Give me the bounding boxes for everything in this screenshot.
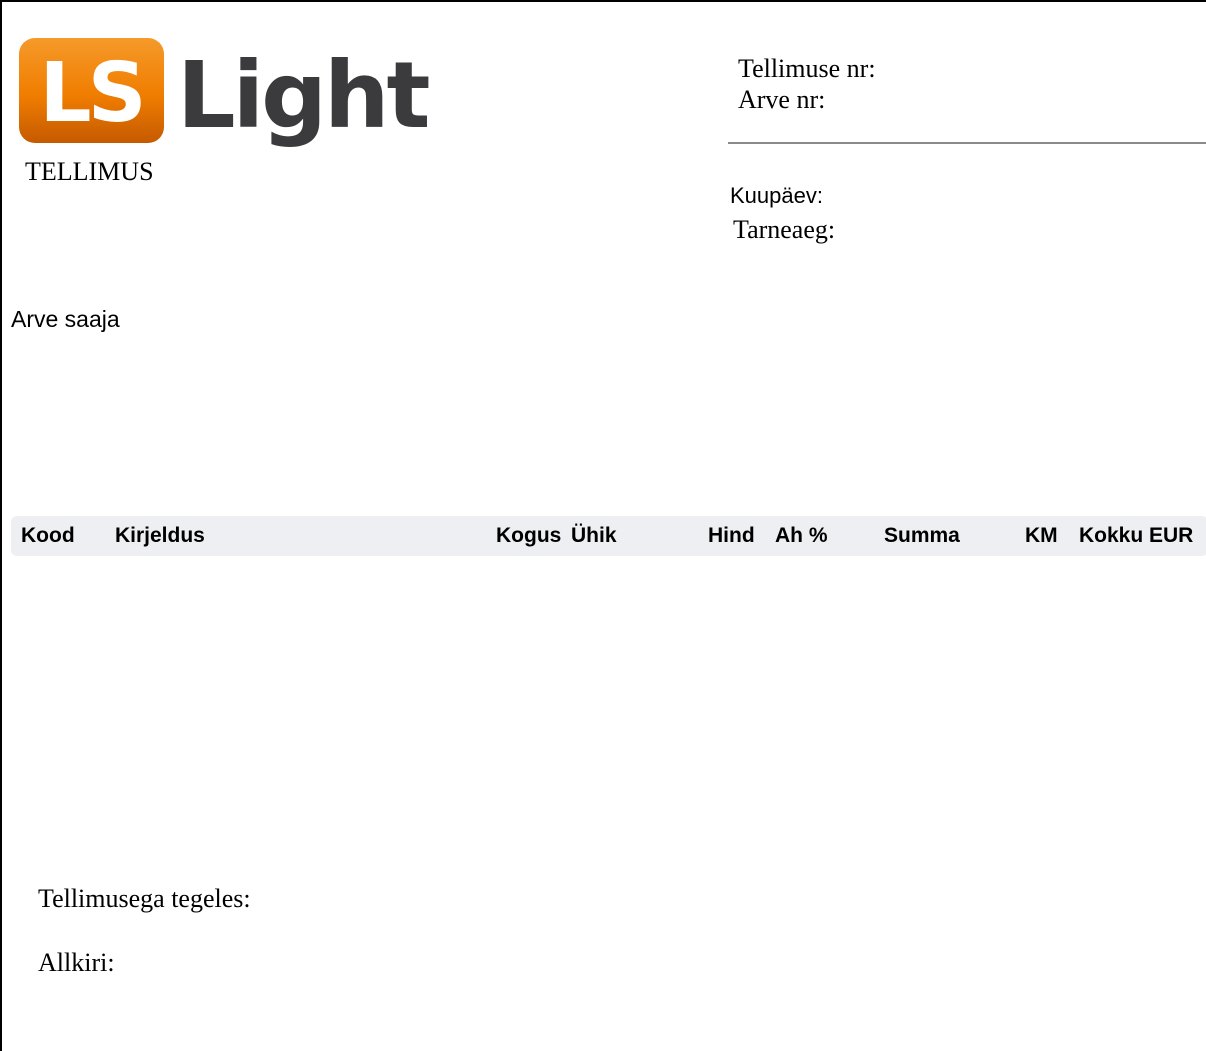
column-header-price: Hind xyxy=(708,524,755,547)
column-header-code: Kood xyxy=(21,524,75,547)
order-form-page: LS Light TELLIMUS Tellimuse nr: Arve nr:… xyxy=(0,0,1206,1051)
date-label: Kuupäev: xyxy=(730,183,823,208)
order-number-label: Tellimuse nr: xyxy=(738,54,876,83)
invoice-recipient-label: Arve saaja xyxy=(11,306,120,332)
signature-label: Allkiri: xyxy=(38,948,115,977)
column-header-unit: Ühik xyxy=(571,524,617,547)
logo-mark-text: LS xyxy=(39,46,142,141)
logo-word-text: Light xyxy=(177,42,429,149)
column-header-description: Kirjeldus xyxy=(115,524,205,547)
invoice-number-label: Arve nr: xyxy=(738,85,826,114)
column-header-quantity: Kogus xyxy=(496,524,562,547)
column-header-discount: Ah % xyxy=(775,524,828,547)
header-divider xyxy=(728,142,1206,144)
items-table-header: Kood Kirjeldus Kogus Ühik Hind Ah % Summ… xyxy=(11,516,1206,556)
column-header-total: Kokku EUR xyxy=(1079,524,1194,547)
ls-light-logo: LS Light xyxy=(19,38,432,149)
document-title: TELLIMUS xyxy=(25,157,154,186)
handled-by-label: Tellimusega tegeles: xyxy=(38,884,251,913)
delivery-time-label: Tarneaeg: xyxy=(733,215,836,244)
column-header-vat: KM xyxy=(1025,524,1058,547)
column-header-sum: Summa xyxy=(884,524,960,547)
